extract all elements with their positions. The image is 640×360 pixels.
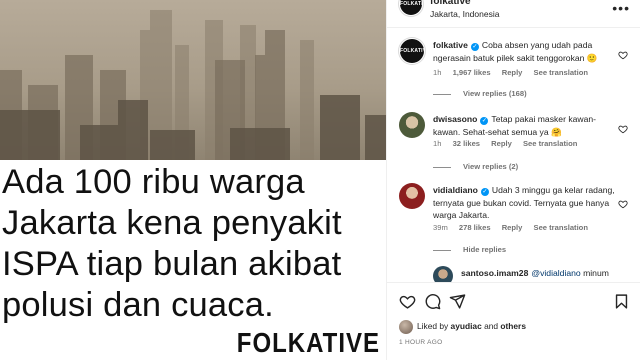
comment-time[interactable]: 1h	[433, 68, 441, 77]
comment-likes[interactable]: 1,967 likes	[453, 68, 491, 77]
comment-icon[interactable]	[424, 293, 441, 310]
comment-username[interactable]: vidialdiano	[433, 185, 478, 195]
comment-time[interactable]: 1h	[433, 139, 441, 148]
view-replies-button[interactable]: View replies (168)	[433, 89, 527, 98]
post-location[interactable]: Jakarta, Indonesia	[430, 9, 499, 19]
comment-username[interactable]: folkative	[433, 40, 468, 50]
verified-badge-icon: ✓	[470, 43, 479, 51]
see-translation-button[interactable]: See translation	[534, 223, 588, 232]
see-translation-button[interactable]: See translation	[523, 139, 577, 148]
comment-time[interactable]: 39m	[433, 223, 448, 232]
post-actions-bar: Liked by ayudiac and others 1 HOUR AGO	[387, 282, 640, 360]
send-icon[interactable]	[449, 293, 466, 310]
comment-username[interactable]: dwisasono	[433, 114, 477, 124]
author-avatar[interactable]: FOLKATIVE	[399, 0, 423, 16]
avatar-brand-text: FOLKATIVE	[400, 1, 422, 7]
reply-body: santoso.imam28 @vidialdiano minum	[461, 267, 631, 280]
likes-summary: Liked by ayudiac and others	[399, 320, 526, 334]
liker-username[interactable]: ayudiac	[451, 321, 482, 331]
post-time-ago[interactable]: 1 HOUR AGO	[399, 339, 442, 346]
see-translation-button[interactable]: See translation	[534, 68, 588, 77]
more-options-icon[interactable]: •••	[612, 0, 630, 16]
comment-meta: 1h 32 likes Reply See translation	[433, 139, 586, 148]
reply-button[interactable]: Reply	[491, 139, 512, 148]
liked-by-middle: and	[484, 321, 499, 332]
post-image[interactable]: Ada 100 ribu warga Jakarta kena penyakit…	[0, 0, 386, 360]
comment-avatar[interactable]	[399, 112, 425, 138]
skyline-photo	[0, 0, 386, 160]
author-username[interactable]: folkative	[430, 0, 471, 7]
comment-body: dwisasono ✓ Tetap pakai masker kawan-kawan…	[433, 113, 623, 138]
comment-heart-icon[interactable]	[618, 199, 628, 209]
comment-body: folkative ✓ Coba absen yang udah pada nger…	[433, 39, 623, 64]
view-replies-button[interactable]: View replies (2)	[433, 162, 518, 171]
liked-by-prefix: Liked by	[417, 321, 449, 332]
heart-icon[interactable]	[399, 293, 416, 310]
reply-button[interactable]: Reply	[502, 68, 523, 77]
comment-avatar[interactable]	[399, 183, 425, 209]
avatar-brand-text: FOLKATIVE	[400, 48, 424, 54]
comment-meta: 1h 1,967 likes Reply See translation	[433, 68, 597, 77]
reply-text: minum	[583, 268, 609, 278]
liked-others-link[interactable]: others	[500, 321, 526, 331]
post-headline: Ada 100 ribu warga Jakarta kena penyakit…	[2, 163, 342, 324]
post-header: FOLKATIVE folkative Jakarta, Indonesia •…	[387, 0, 640, 28]
bookmark-icon[interactable]	[613, 293, 630, 310]
comment-heart-icon[interactable]	[618, 50, 628, 60]
brand-watermark: FOLKATIVE	[236, 327, 380, 359]
comment-likes[interactable]: 32 likes	[453, 139, 480, 148]
hide-replies-button[interactable]: Hide replies	[433, 245, 506, 254]
liker-avatar[interactable]	[399, 320, 413, 334]
comments-panel: FOLKATIVE folkative Jakarta, Indonesia •…	[387, 0, 640, 360]
reply-username[interactable]: santoso.imam28	[461, 268, 528, 278]
comment-likes[interactable]: 278 likes	[459, 223, 491, 232]
verified-badge-icon: ✓	[480, 117, 489, 125]
comment-heart-icon[interactable]	[618, 124, 628, 134]
comment-avatar[interactable]: FOLKATIVE	[399, 38, 425, 64]
verified-badge-icon: ✓	[480, 188, 489, 196]
comment-body: vidialdiano ✓ Udah 3 minggu ga kelar radan…	[433, 184, 623, 222]
reply-mention[interactable]: @vidialdiano	[531, 268, 580, 278]
comment-meta: 39m 278 likes Reply See translation	[433, 223, 597, 232]
reply-button[interactable]: Reply	[502, 223, 523, 232]
